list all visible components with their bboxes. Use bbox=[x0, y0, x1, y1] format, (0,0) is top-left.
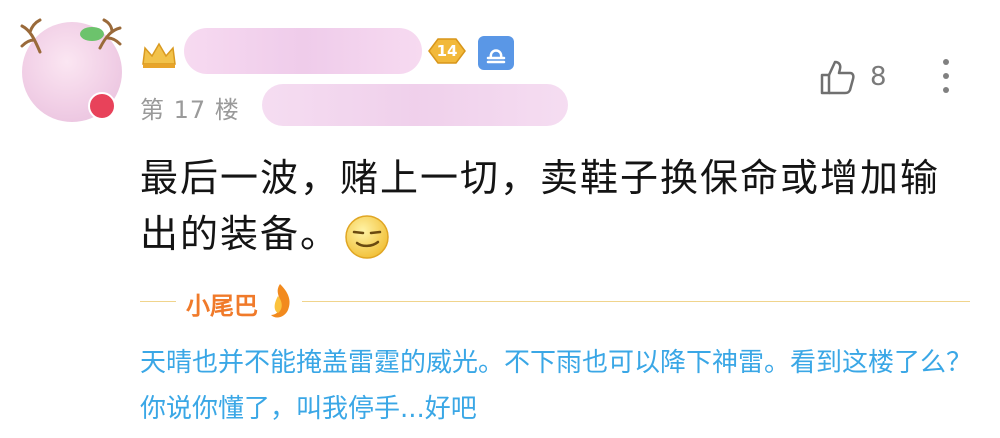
tail-label: 小尾巴 bbox=[186, 292, 258, 320]
like-button[interactable]: 8 bbox=[818, 58, 887, 96]
like-count: 8 bbox=[870, 62, 887, 92]
crown-icon bbox=[142, 42, 176, 68]
tail-divider-right bbox=[302, 301, 970, 302]
username-blurred[interactable] bbox=[184, 28, 422, 74]
tail-divider-left bbox=[140, 301, 176, 302]
post-text: 最后一波，赌上一切，卖鞋子换保命或增加输出的装备。 bbox=[140, 156, 941, 256]
floor-number: 第 17 楼 bbox=[140, 96, 240, 124]
level-badge: 14 bbox=[426, 36, 468, 66]
flame-icon bbox=[271, 284, 290, 318]
tail-text: 天晴也并不能掩盖雷霆的威光。不下雨也可以降下神雷。看到这楼了么？你说你懂了，叫我… bbox=[140, 348, 973, 424]
level-number: 14 bbox=[436, 42, 458, 60]
smirk-emoji-icon bbox=[345, 214, 389, 259]
avatar-badge bbox=[88, 92, 116, 120]
antler-decoration-icon bbox=[20, 18, 122, 54]
thumbs-up-icon bbox=[820, 60, 855, 95]
more-vertical-icon[interactable] bbox=[938, 56, 954, 96]
libra-icon bbox=[478, 36, 514, 70]
signature-blurred bbox=[262, 84, 568, 126]
post-content: 最后一波，赌上一切，卖鞋子换保命或增加输出的装备。 bbox=[140, 150, 960, 262]
